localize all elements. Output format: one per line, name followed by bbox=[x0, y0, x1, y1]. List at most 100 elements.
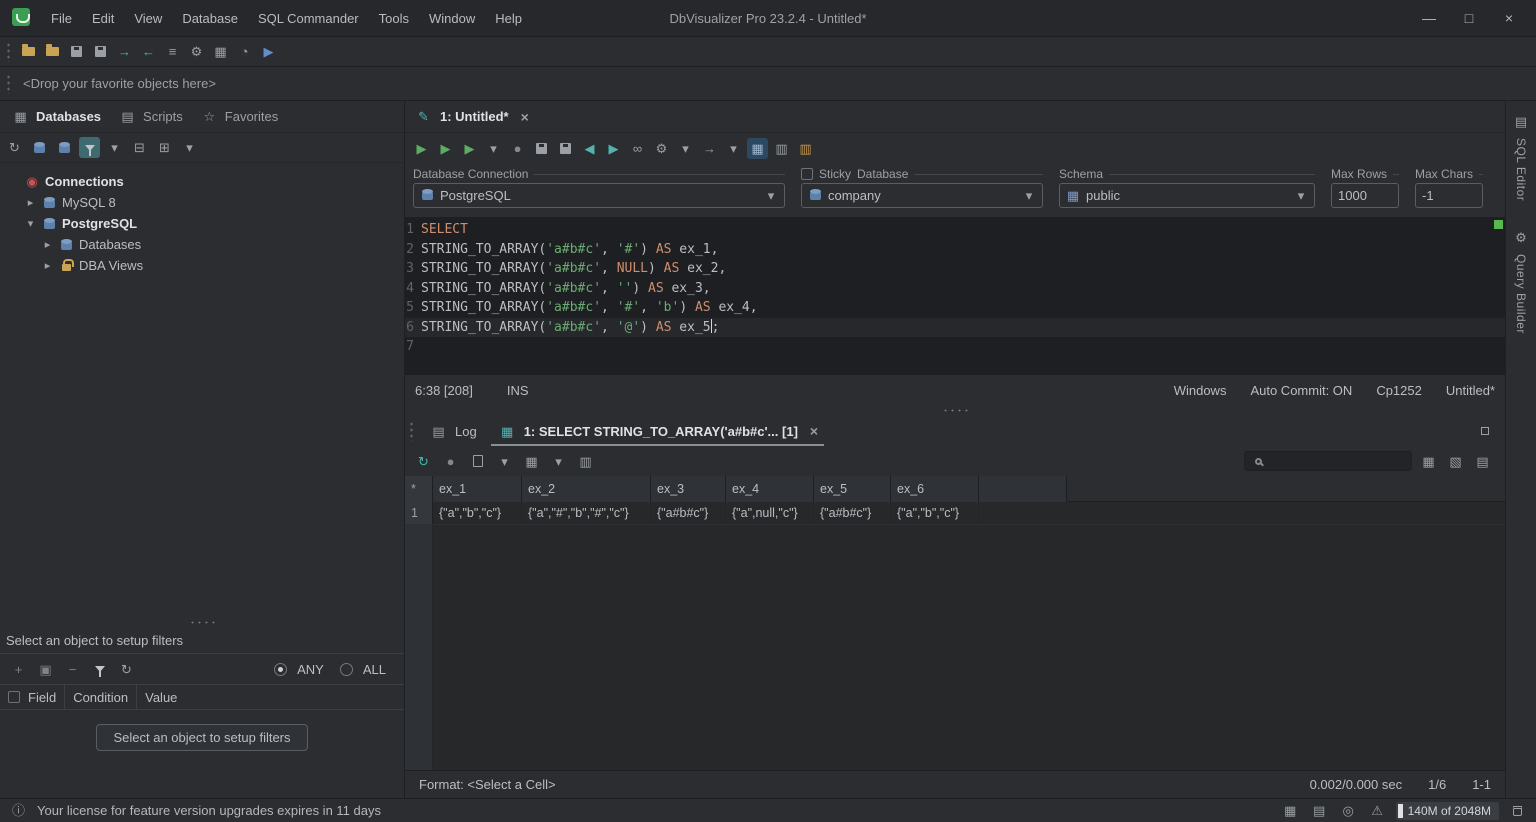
tab-databases[interactable]: ▦Databases bbox=[10, 106, 101, 127]
aggregate-icon[interactable]: ▥ bbox=[575, 451, 596, 472]
tree-item-postgresql[interactable]: ▾PostgreSQL bbox=[0, 213, 404, 234]
grid-icon[interactable]: ▦ bbox=[210, 41, 231, 62]
bookmark-icon[interactable]: ▶ bbox=[258, 41, 279, 62]
save-icon[interactable] bbox=[66, 41, 87, 62]
max-rows-input[interactable]: 1000 bbox=[1331, 183, 1399, 208]
grid-icon[interactable]: ▦ bbox=[1280, 800, 1301, 821]
column-header-ex-5[interactable]: ex_5 bbox=[814, 476, 891, 502]
toolbar-grip[interactable] bbox=[6, 74, 11, 94]
collapse-icon[interactable]: ⊟ bbox=[129, 137, 150, 158]
cell-ex-2[interactable]: {"a","#","b","#","c"} bbox=[522, 502, 651, 524]
add-icon[interactable]: + bbox=[8, 659, 29, 680]
column-header-ex-2[interactable]: ex_2 bbox=[522, 476, 651, 502]
execute-icon[interactable]: ▶ bbox=[411, 138, 432, 159]
database-connection-select[interactable]: PostgreSQL ▾ bbox=[413, 183, 785, 208]
sticky-checkbox[interactable] bbox=[801, 168, 813, 180]
list-icon[interactable]: ≡ bbox=[162, 41, 183, 62]
connect-db-icon[interactable] bbox=[29, 137, 50, 158]
column-header-ex-3[interactable]: ex_3 bbox=[651, 476, 726, 502]
save-icon[interactable] bbox=[531, 138, 552, 159]
column-header-ex-6[interactable]: ex_6 bbox=[891, 476, 979, 502]
save-all-icon[interactable] bbox=[555, 138, 576, 159]
disconnect-icon[interactable]: ← bbox=[138, 41, 159, 62]
menu-help[interactable]: Help bbox=[485, 11, 532, 26]
cell-ex-5[interactable]: {"a#b#c"} bbox=[814, 502, 891, 524]
refresh-icon[interactable]: ↻ bbox=[116, 659, 137, 680]
save-all-icon[interactable] bbox=[90, 41, 111, 62]
cell-ex-1[interactable]: {"a","b","c"} bbox=[433, 502, 522, 524]
goto-icon[interactable]: → bbox=[699, 138, 720, 159]
transpose-view-icon[interactable]: ▧ bbox=[1445, 451, 1466, 472]
result-tab-grid[interactable]: ▦1: SELECT STRING_TO_ARRAY('a#b#c'... [1… bbox=[487, 416, 828, 446]
tree-item-dba-views[interactable]: ▸DBA Views bbox=[0, 255, 404, 276]
execute-current-icon[interactable]: ▶ bbox=[435, 138, 456, 159]
row-number[interactable]: 1 bbox=[405, 502, 433, 524]
tree-item-databases[interactable]: ▸Databases bbox=[0, 234, 404, 255]
favorites-drop-bar[interactable]: <Drop your favorite objects here> bbox=[0, 66, 1536, 100]
close-icon[interactable]: × bbox=[1498, 7, 1520, 29]
result-search-input[interactable] bbox=[1270, 453, 1405, 469]
rail-tab-query-builder[interactable]: ⚙Query Builder bbox=[1511, 227, 1532, 334]
trash-icon[interactable] bbox=[1507, 800, 1528, 821]
toolbar-grip[interactable] bbox=[6, 42, 11, 62]
back-icon[interactable]: ◀ bbox=[579, 138, 600, 159]
chevron-down-icon[interactable]: ▾ bbox=[104, 137, 125, 158]
menu-sql-commander[interactable]: SQL Commander bbox=[248, 11, 369, 26]
text-view-icon[interactable]: ▤ bbox=[1472, 451, 1493, 472]
cell-ex-3[interactable]: {"a#b#c"} bbox=[651, 502, 726, 524]
setup-filters-button[interactable]: Select an object to setup filters bbox=[96, 724, 307, 751]
window-icon[interactable]: ⊞ bbox=[154, 137, 175, 158]
link-icon[interactable]: ∞ bbox=[627, 138, 648, 159]
connect-icon[interactable]: → bbox=[114, 41, 135, 62]
filter-select-all-checkbox[interactable] bbox=[8, 691, 20, 703]
chevron-down-icon[interactable]: ▾ bbox=[483, 138, 504, 159]
menu-view[interactable]: View bbox=[124, 11, 172, 26]
rail-tab-sql-editor[interactable]: ▤SQL Editor bbox=[1511, 111, 1532, 201]
record-icon[interactable]: ● bbox=[440, 451, 461, 472]
wrench-icon[interactable]: ⚙ bbox=[651, 138, 672, 159]
tree-item-connections[interactable]: ◉Connections bbox=[0, 171, 404, 192]
column-header-ex-4[interactable]: ex_4 bbox=[726, 476, 814, 502]
menu-database[interactable]: Database bbox=[172, 11, 248, 26]
radio-any[interactable] bbox=[274, 663, 287, 676]
chevron-down-icon[interactable]: ▾ bbox=[675, 138, 696, 159]
filter-on-icon[interactable] bbox=[79, 137, 100, 158]
max-chars-input[interactable]: -1 bbox=[1415, 183, 1483, 208]
disconnect-db-icon[interactable] bbox=[54, 137, 75, 158]
maximize-panel-icon[interactable] bbox=[1474, 421, 1495, 442]
results-splitter[interactable] bbox=[405, 405, 1505, 416]
memory-indicator[interactable]: 140M of 2048M bbox=[1396, 802, 1499, 820]
filter-icon[interactable] bbox=[89, 659, 110, 680]
cell-ex-4[interactable]: {"a",null,"c"} bbox=[726, 502, 814, 524]
schema-select[interactable]: ▦ public ▾ bbox=[1059, 183, 1315, 208]
chart-icon[interactable]: ▥ bbox=[795, 138, 816, 159]
pin-icon[interactable]: ◎ bbox=[1338, 800, 1359, 821]
tree-item-mysql-8[interactable]: ▸MySQL 8 bbox=[0, 192, 404, 213]
maximize-icon[interactable]: □ bbox=[1458, 7, 1480, 29]
execute-script-icon[interactable]: ▶ bbox=[459, 138, 480, 159]
export-result-icon[interactable]: ▥ bbox=[771, 138, 792, 159]
export-icon[interactable] bbox=[467, 451, 488, 472]
menu-tools[interactable]: Tools bbox=[369, 11, 419, 26]
clock-icon[interactable]: ◔ bbox=[234, 41, 255, 62]
close-tab-icon[interactable]: × bbox=[810, 423, 818, 439]
reload-icon[interactable]: ↻ bbox=[413, 451, 434, 472]
grid-icon[interactable]: ▦ bbox=[521, 451, 542, 472]
results-grip[interactable] bbox=[409, 421, 414, 441]
sql-editor[interactable]: 1SELECT2STRING_TO_ARRAY('a#b#c', '#') AS… bbox=[405, 217, 1505, 375]
row-selector-header[interactable]: * bbox=[405, 476, 433, 502]
menu-window[interactable]: Window bbox=[419, 11, 485, 26]
warning-icon[interactable]: ⚠ bbox=[1367, 800, 1388, 821]
wrench-icon[interactable]: ⚙ bbox=[186, 41, 207, 62]
result-target-icon[interactable]: ▦ bbox=[747, 138, 768, 159]
memory-icon[interactable]: ▤ bbox=[1309, 800, 1330, 821]
close-tab-icon[interactable]: × bbox=[521, 109, 529, 125]
menu-file[interactable]: File bbox=[41, 11, 82, 26]
chevron-down-icon[interactable]: ▾ bbox=[548, 451, 569, 472]
chevron-down-icon[interactable]: ▾ bbox=[494, 451, 515, 472]
tab-scripts[interactable]: ▤Scripts bbox=[117, 106, 183, 127]
new-folder-icon[interactable] bbox=[42, 41, 63, 62]
result-search-box[interactable] bbox=[1244, 451, 1412, 471]
record-icon[interactable]: ● bbox=[507, 138, 528, 159]
chevron-down-icon[interactable]: ▾ bbox=[179, 137, 200, 158]
